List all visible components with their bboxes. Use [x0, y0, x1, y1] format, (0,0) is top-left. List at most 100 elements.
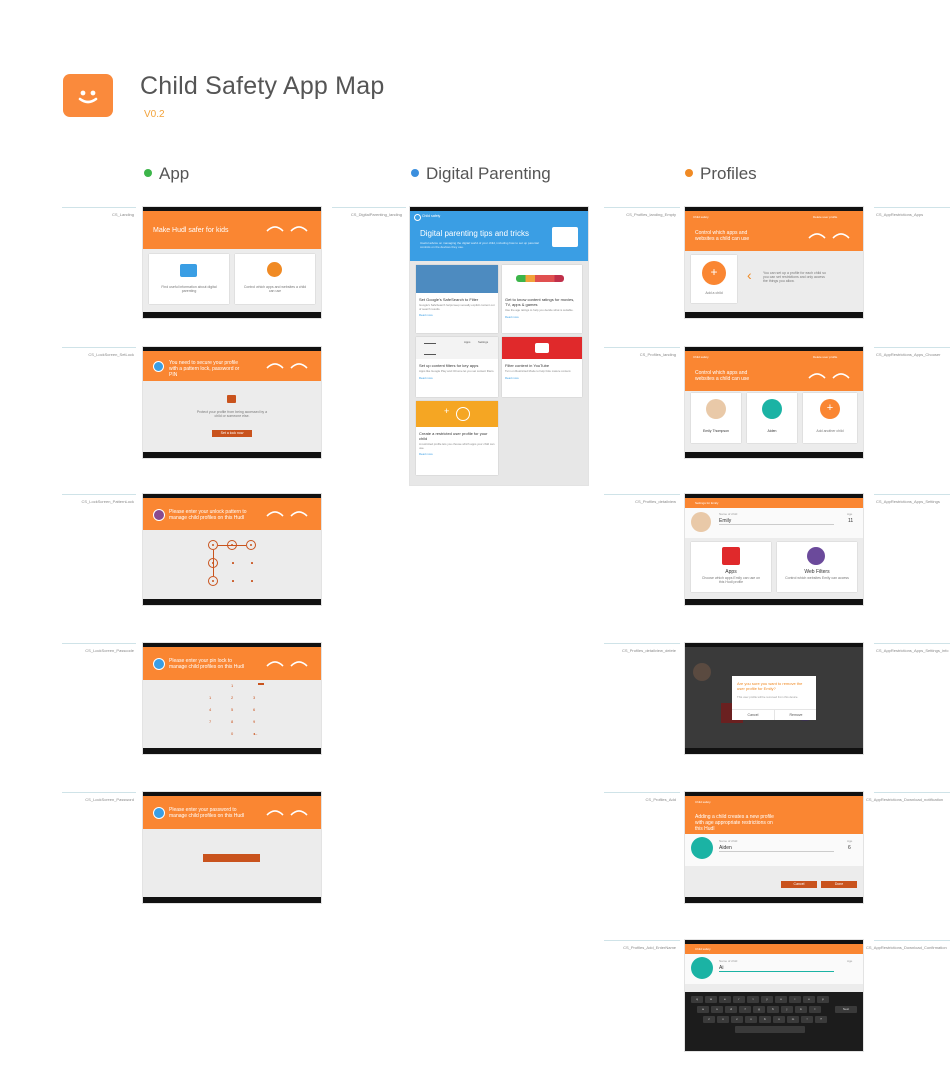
key-6[interactable]: 6: [253, 707, 255, 712]
key-w[interactable]: w: [705, 996, 717, 1003]
tip-tile[interactable]: + Create a restricted user profile for y…: [416, 401, 498, 475]
screen-label: CS_Profiles_Add_EnterName: [623, 945, 676, 950]
name-field[interactable]: Emily: [719, 518, 834, 525]
control-apps-card[interactable]: Control which apps and websites a child …: [235, 254, 315, 304]
key-4[interactable]: 4: [209, 707, 211, 712]
password-field[interactable]: [203, 854, 260, 862]
key-5[interactable]: 5: [231, 707, 233, 712]
screen-label: CS_LockScreen_Password: [85, 797, 134, 802]
age-field[interactable]: 11: [848, 518, 853, 524]
row-line: [62, 643, 136, 644]
eyes-icon: [266, 226, 308, 232]
digital-dot-icon: [411, 169, 419, 177]
key-![interactable]: !: [801, 1016, 813, 1023]
key-e[interactable]: e: [719, 996, 731, 1003]
row-line: [874, 792, 950, 793]
key-t[interactable]: t: [747, 996, 759, 1003]
key-j[interactable]: j: [781, 1006, 793, 1013]
child-card-emily[interactable]: Emily Thompson: [691, 393, 741, 443]
pin-keypad[interactable]: 1 1 2 3 4 5 6 7 8 9 0 ◂–: [203, 682, 273, 742]
pin-dash: [258, 683, 264, 685]
key-d[interactable]: d: [725, 1006, 737, 1013]
child-card-aiden[interactable]: Aiden: [747, 393, 797, 443]
key-a[interactable]: a: [697, 1006, 709, 1013]
row-line: [874, 207, 950, 208]
add-another-child-card[interactable]: + Add another child: [803, 393, 857, 443]
key-2[interactable]: 2: [231, 695, 233, 700]
cancel-button[interactable]: Cancel: [732, 710, 774, 720]
key-r[interactable]: r: [733, 996, 745, 1003]
tip-tile[interactable]: Filter content in YouTube Turn on Restri…: [502, 337, 582, 397]
digital-header: Child safety Digital parenting tips and …: [410, 211, 588, 261]
key-1[interactable]: 1: [209, 695, 211, 700]
key-c[interactable]: c: [731, 1016, 743, 1023]
screen-label: CS_AppRestrictions_Apps: [876, 212, 924, 217]
screen-profile-delete: Are you sure you want to remove the user…: [685, 643, 863, 754]
key-i[interactable]: i: [789, 996, 801, 1003]
web-filters-card[interactable]: Web Filters Control which websites Emily…: [777, 542, 857, 592]
key-next[interactable]: Next: [835, 1006, 857, 1013]
key-z[interactable]: z: [703, 1016, 715, 1023]
eyes-icon: [808, 233, 850, 239]
screen-label: CS_Profiles_Add: [645, 797, 676, 802]
key-g[interactable]: g: [753, 1006, 765, 1013]
key-k[interactable]: k: [795, 1006, 807, 1013]
row-line: [604, 792, 680, 793]
set-lock-button[interactable]: Set a lock now: [212, 430, 252, 437]
key-8[interactable]: 8: [231, 719, 233, 724]
backspace-icon[interactable]: ◂–: [253, 731, 257, 736]
key-l[interactable]: l: [809, 1006, 821, 1013]
key-p[interactable]: p: [817, 996, 829, 1003]
eyes-icon: [266, 810, 308, 816]
key-x[interactable]: x: [717, 1016, 729, 1023]
cancel-button[interactable]: Cancel: [781, 881, 817, 888]
done-button[interactable]: Done: [821, 881, 857, 888]
row-line: [874, 940, 950, 941]
key-3[interactable]: 3: [253, 695, 255, 700]
remove-button[interactable]: Remove: [774, 710, 817, 720]
name-field[interactable]: Ai: [719, 965, 834, 972]
key-f[interactable]: f: [739, 1006, 751, 1013]
screen-profiles-landing: Child safety Delete user profile Control…: [685, 347, 863, 458]
key-u[interactable]: u: [775, 996, 787, 1003]
key-o[interactable]: o: [803, 996, 815, 1003]
sliders-icon: Apps Settings: [416, 337, 498, 359]
add-icon: +: [820, 399, 840, 419]
apps-card[interactable]: Apps Choose which apps Emily can use on …: [691, 542, 771, 592]
youtube-icon: [502, 337, 582, 359]
key-7[interactable]: 7: [209, 719, 211, 724]
add-child-card[interactable]: + Add a child: [691, 255, 737, 303]
name-field[interactable]: Aiden: [719, 845, 834, 852]
screen-password: Please enter your password to manage chi…: [143, 792, 321, 903]
tip-tile[interactable]: Set Google's SafeSearch to Filter Google…: [416, 265, 498, 333]
avatar: [762, 399, 782, 419]
tip-tile[interactable]: Apps Settings Set up content filters for…: [416, 337, 498, 397]
eyes-icon: [266, 661, 308, 667]
key-q[interactable]: q: [691, 996, 703, 1003]
key-b[interactable]: b: [759, 1016, 771, 1023]
screen-landing: Make Hudl safer for kids Find useful inf…: [143, 207, 321, 318]
book-icon: [180, 264, 197, 277]
key-?[interactable]: ?: [815, 1016, 827, 1023]
digital-parenting-card[interactable]: Find useful information about digital pa…: [149, 254, 229, 304]
key-9[interactable]: 9: [253, 719, 255, 724]
key-0[interactable]: 0: [231, 731, 233, 736]
tip-tile[interactable]: Get to know content ratings for movies, …: [502, 265, 582, 333]
screen-setlock: You need to secure your profile with a p…: [143, 347, 321, 458]
key-y[interactable]: y: [761, 996, 773, 1003]
avatar: [691, 837, 713, 859]
key-m[interactable]: m: [787, 1016, 799, 1023]
pin-entry: 1: [231, 683, 234, 688]
key-h[interactable]: h: [767, 1006, 779, 1013]
row-line: [604, 494, 680, 495]
key-n[interactable]: n: [773, 1016, 785, 1023]
age-field[interactable]: 6: [848, 845, 851, 851]
key-v[interactable]: v: [745, 1016, 757, 1023]
chevron-left-icon: ‹: [747, 267, 752, 283]
key-space[interactable]: [735, 1026, 805, 1033]
app-dot-icon: [144, 169, 152, 177]
key-s[interactable]: s: [711, 1006, 723, 1013]
digital-heading: Digital parenting tips and tricks: [420, 229, 529, 238]
eyes-icon: [266, 511, 308, 517]
profiles-dot-icon: [685, 169, 693, 177]
